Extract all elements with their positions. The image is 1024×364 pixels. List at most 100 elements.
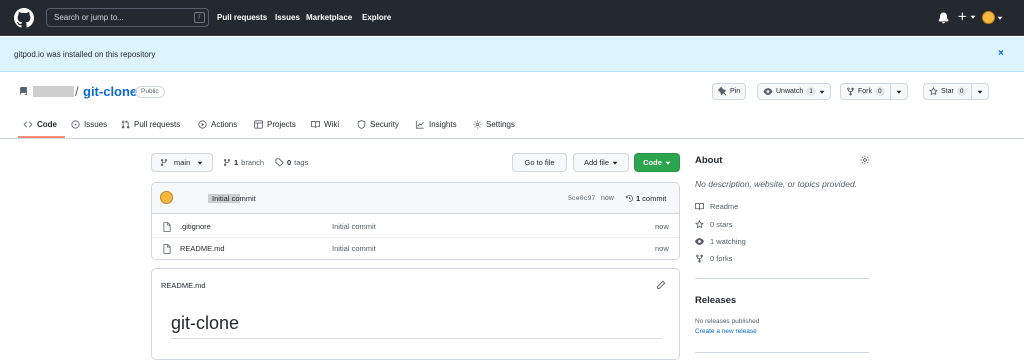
add-file-button[interactable]: Add file xyxy=(573,153,629,172)
tab-label: Pull requests xyxy=(134,120,181,129)
eye-icon xyxy=(695,238,704,245)
tab-pull-requests[interactable]: Pull requests xyxy=(121,120,180,129)
tab-label: Actions xyxy=(211,120,238,129)
tab-wiki[interactable]: Wiki xyxy=(311,120,339,129)
file-row[interactable]: README.md Initial commit now xyxy=(152,237,679,259)
github-logo-icon[interactable] xyxy=(14,8,34,28)
fork-button[interactable]: Fork 0 xyxy=(840,83,908,100)
sidebar-divider xyxy=(695,352,869,353)
readme-panel: README.md git-clone xyxy=(151,268,680,360)
tab-issues[interactable]: Issues xyxy=(71,120,107,129)
commits-label: commit xyxy=(642,194,667,203)
table-icon xyxy=(254,120,263,129)
create-new-menu[interactable] xyxy=(957,11,976,22)
file-name[interactable]: README.md xyxy=(180,244,225,253)
file-time: now xyxy=(655,244,669,253)
bell-icon[interactable] xyxy=(938,12,949,24)
pull-request-icon xyxy=(121,120,130,129)
releases-title[interactable]: Releases xyxy=(695,295,736,306)
tab-code[interactable]: Code xyxy=(23,120,57,129)
watching-link[interactable]: 1 watching xyxy=(695,237,746,246)
tab-label: Wiki xyxy=(324,120,340,129)
branches-link[interactable]: 1 branch xyxy=(223,158,264,167)
tags-label: tags xyxy=(294,158,309,167)
book-icon xyxy=(311,120,320,128)
search-input[interactable]: Search or jump to... / xyxy=(46,8,209,27)
no-releases-text: No releases published xyxy=(695,318,760,325)
tags-link[interactable]: 0 tags xyxy=(275,158,308,167)
branch-select-button[interactable]: main xyxy=(151,153,213,172)
code-button[interactable]: Code xyxy=(634,153,680,172)
commit-sha[interactable]: 5ce0c97 xyxy=(568,195,595,202)
branch-icon xyxy=(223,159,230,167)
tab-projects[interactable]: Projects xyxy=(254,120,296,129)
book-icon xyxy=(695,202,704,210)
file-commit-message[interactable]: Initial commit xyxy=(332,222,376,231)
tab-settings[interactable]: Settings xyxy=(473,120,515,129)
eye-icon xyxy=(763,88,773,95)
caret-down-icon xyxy=(819,90,825,94)
sidebar-divider xyxy=(695,278,869,279)
create-release-link[interactable]: Create a new release xyxy=(695,328,757,335)
shield-icon xyxy=(357,120,366,129)
repo-icon xyxy=(19,86,28,97)
commit-message[interactable]: Initial commit xyxy=(212,194,256,203)
branch-name: main xyxy=(174,158,191,167)
tab-label: Security xyxy=(370,120,399,129)
caret-down-icon xyxy=(197,161,203,165)
tab-insights[interactable]: Insights xyxy=(415,120,457,129)
file-row[interactable]: .gitignore Initial commit now xyxy=(152,215,679,238)
history-icon xyxy=(625,194,633,203)
file-name[interactable]: .gitignore xyxy=(180,222,211,231)
sidebar-item-label: 1 watching xyxy=(710,237,746,246)
play-icon xyxy=(198,120,207,129)
commits-history-link[interactable]: 1 commit xyxy=(625,194,666,203)
forks-link[interactable]: 0 forks xyxy=(695,254,733,263)
code-button-label: Code xyxy=(643,158,662,167)
caret-down-icon xyxy=(978,90,983,94)
star-dropdown[interactable] xyxy=(972,84,988,99)
pencil-icon[interactable] xyxy=(656,280,666,290)
nav-issues[interactable]: Issues xyxy=(275,13,300,22)
code-icon xyxy=(23,121,33,128)
banner-close-icon[interactable]: × xyxy=(998,48,1004,59)
search-placeholder: Search or jump to... xyxy=(54,13,124,22)
pin-label: Pin xyxy=(730,88,741,95)
unwatch-button[interactable]: Unwatch 1 xyxy=(757,83,831,100)
tab-security[interactable]: Security xyxy=(357,120,399,129)
gear-icon xyxy=(473,120,482,129)
issue-opened-icon xyxy=(71,120,80,129)
caret-down-icon xyxy=(896,90,902,94)
tab-label: Issues xyxy=(84,120,108,129)
go-to-file-button[interactable]: Go to file xyxy=(512,153,567,172)
sidebar-item-label: 0 forks xyxy=(710,254,733,263)
nav-marketplace[interactable]: Marketplace xyxy=(306,13,352,22)
repo-name[interactable]: git-clone xyxy=(83,84,137,99)
forks-count: 0 xyxy=(875,87,885,96)
branch-icon xyxy=(160,159,167,167)
star-icon xyxy=(695,220,704,229)
readme-link[interactable]: Readme xyxy=(695,202,738,211)
stars-count: 0 xyxy=(956,87,967,96)
repo-owner-redacted[interactable] xyxy=(33,86,74,97)
caret-down-icon xyxy=(612,161,618,165)
fork-dropdown[interactable] xyxy=(891,84,907,99)
pin-button[interactable]: Pin xyxy=(712,83,747,100)
nav-pull-requests[interactable]: Pull requests xyxy=(217,13,267,22)
latest-commit-row: Initial commit 5ce0c97 now 1 commit xyxy=(152,183,679,214)
plus-icon xyxy=(958,12,967,21)
gear-icon[interactable] xyxy=(860,155,870,165)
nav-explore[interactable]: Explore xyxy=(362,13,391,22)
user-menu[interactable] xyxy=(982,11,1003,24)
tab-actions[interactable]: Actions xyxy=(198,120,237,129)
tab-label: Settings xyxy=(486,120,515,129)
committer-avatar[interactable] xyxy=(160,191,173,204)
star-button[interactable]: Star 0 xyxy=(923,83,990,100)
stars-link[interactable]: 0 stars xyxy=(695,220,733,229)
watchers-count: 1 xyxy=(806,87,816,96)
file-commit-message[interactable]: Initial commit xyxy=(332,244,376,253)
branches-label: branch xyxy=(241,158,265,167)
caret-down-icon xyxy=(970,15,976,19)
caret-down-icon xyxy=(997,16,1003,20)
readme-filename[interactable]: README.md xyxy=(161,281,206,290)
